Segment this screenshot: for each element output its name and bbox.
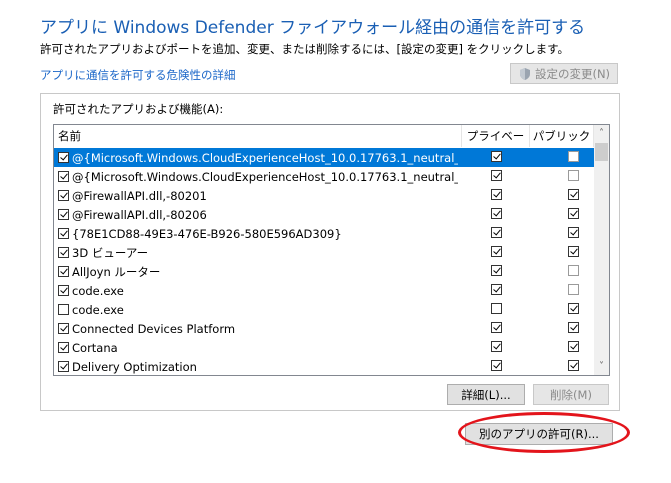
public-checkbox[interactable] [568,341,579,352]
risk-details-link[interactable]: アプリに通信を許可する危険性の詳細 [40,67,236,83]
private-checkbox[interactable] [491,284,502,295]
public-checkbox[interactable] [568,322,579,333]
row-name-cell: {78E1CD88-49E3-476E-B926-580E596AD309} [58,224,458,243]
table-row[interactable]: code.exe [54,300,594,319]
scrollbar-thumb[interactable] [595,143,608,161]
table-row[interactable]: Connected Devices Platform [54,319,594,338]
row-name-cell: Connected Devices Platform [58,319,458,338]
enable-checkbox[interactable] [58,190,69,201]
table-row[interactable]: AllJoyn ルーター [54,262,594,281]
app-name: @{Microsoft.Windows.CloudExperienceHost_… [72,150,458,165]
private-checkbox[interactable] [491,170,502,181]
page-title: アプリに Windows Defender ファイアウォール経由の通信を許可する [40,18,586,38]
private-checkbox[interactable] [491,303,502,314]
private-checkbox[interactable] [491,151,502,162]
row-name-cell: AllJoyn ルーター [58,262,458,281]
table-row[interactable]: 3D ビューアー [54,243,594,262]
enable-checkbox[interactable] [58,266,69,277]
app-name: 3D ビューアー [72,245,149,260]
chevron-up-icon[interactable]: ˄ [594,125,609,142]
table-row[interactable]: code.exe [54,281,594,300]
table-row[interactable]: {78E1CD88-49E3-476E-B926-580E596AD309} [54,224,594,243]
public-checkbox[interactable] [568,284,579,295]
row-name-cell: @{Microsoft.Windows.CloudExperienceHost_… [58,148,458,167]
private-checkbox[interactable] [491,265,502,276]
table-row[interactable]: @FirewallAPI.dll,-80201 [54,186,594,205]
private-checkbox[interactable] [491,208,502,219]
enable-checkbox[interactable] [58,323,69,334]
private-checkbox[interactable] [491,189,502,200]
row-name-cell: @FirewallAPI.dll,-80201 [58,186,458,205]
allowed-apps-label: 許可されたアプリおよび機能(A): [53,102,224,116]
uac-shield-icon [519,67,530,80]
private-checkbox[interactable] [491,341,502,352]
row-name-cell: code.exe [58,300,458,319]
allow-another-app-button[interactable]: 別のアプリの許可(R)... [465,423,613,445]
public-checkbox[interactable] [568,360,579,371]
enable-checkbox[interactable] [58,247,69,258]
row-name-cell: 3D ビューアー [58,243,458,262]
enable-checkbox[interactable] [58,152,69,163]
remove-button[interactable]: 削除(M) [533,384,609,405]
enable-checkbox[interactable] [58,285,69,296]
app-name: AllJoyn ルーター [72,264,161,279]
app-name: code.exe [72,302,124,317]
private-checkbox[interactable] [491,360,502,371]
table-row[interactable]: @{Microsoft.Windows.CloudExperienceHost_… [54,167,594,186]
column-header-public[interactable]: パブリック [530,125,594,147]
public-checkbox[interactable] [568,246,579,257]
enable-checkbox[interactable] [58,228,69,239]
table-row[interactable]: @{Microsoft.Windows.CloudExperienceHost_… [54,148,594,167]
enable-checkbox[interactable] [58,209,69,220]
app-name: Cortana [72,340,118,355]
private-checkbox[interactable] [491,227,502,238]
app-name: @FirewallAPI.dll,-80206 [72,207,207,222]
column-header-name[interactable]: 名前 [54,125,462,147]
change-settings-button[interactable]: 設定の変更(N) [510,63,618,84]
enable-checkbox[interactable] [58,171,69,182]
public-checkbox[interactable] [568,189,579,200]
app-name: {78E1CD88-49E3-476E-B926-580E596AD309} [72,226,342,241]
public-checkbox[interactable] [568,303,579,314]
chevron-down-icon[interactable]: ˅ [594,358,609,375]
list-header: 名前 プライベート パブリック [54,125,594,165]
row-name-cell: Cortana [58,338,458,357]
public-checkbox[interactable] [568,151,579,162]
row-name-cell: @{Microsoft.Windows.CloudExperienceHost_… [58,167,458,186]
row-name-cell: code.exe [58,281,458,300]
change-settings-label: 設定の変更(N) [534,66,611,81]
app-name: Connected Devices Platform [72,321,236,336]
page-subtitle: 許可されたアプリおよびポートを追加、変更、または削除するには、[設定の変更] を… [40,42,569,56]
enable-checkbox[interactable] [58,361,69,372]
row-name-cell: @FirewallAPI.dll,-80206 [58,205,458,224]
list-rows: @{Microsoft.Windows.CloudExperienceHost_… [54,148,594,375]
enable-checkbox[interactable] [58,304,69,315]
private-checkbox[interactable] [491,322,502,333]
table-row[interactable]: @FirewallAPI.dll,-80206 [54,205,594,224]
allowed-apps-list[interactable]: 名前 プライベート パブリック @{Microsoft.Windows.Clou… [53,124,610,376]
private-checkbox[interactable] [491,246,502,257]
app-name: code.exe [72,283,124,298]
column-header-private[interactable]: プライベート [462,125,530,165]
vertical-scrollbar[interactable]: ˄ ˅ [594,125,609,375]
app-name: Delivery Optimization [72,359,197,374]
details-button[interactable]: 詳細(L)... [447,384,525,405]
public-checkbox[interactable] [568,208,579,219]
app-name: @FirewallAPI.dll,-80201 [72,188,207,203]
table-row[interactable]: Cortana [54,338,594,357]
app-name: @{Microsoft.Windows.CloudExperienceHost_… [72,169,458,184]
public-checkbox[interactable] [568,265,579,276]
public-checkbox[interactable] [568,170,579,181]
row-name-cell: Delivery Optimization [58,357,458,375]
enable-checkbox[interactable] [58,342,69,353]
public-checkbox[interactable] [568,227,579,238]
table-row[interactable]: Delivery Optimization [54,357,594,375]
